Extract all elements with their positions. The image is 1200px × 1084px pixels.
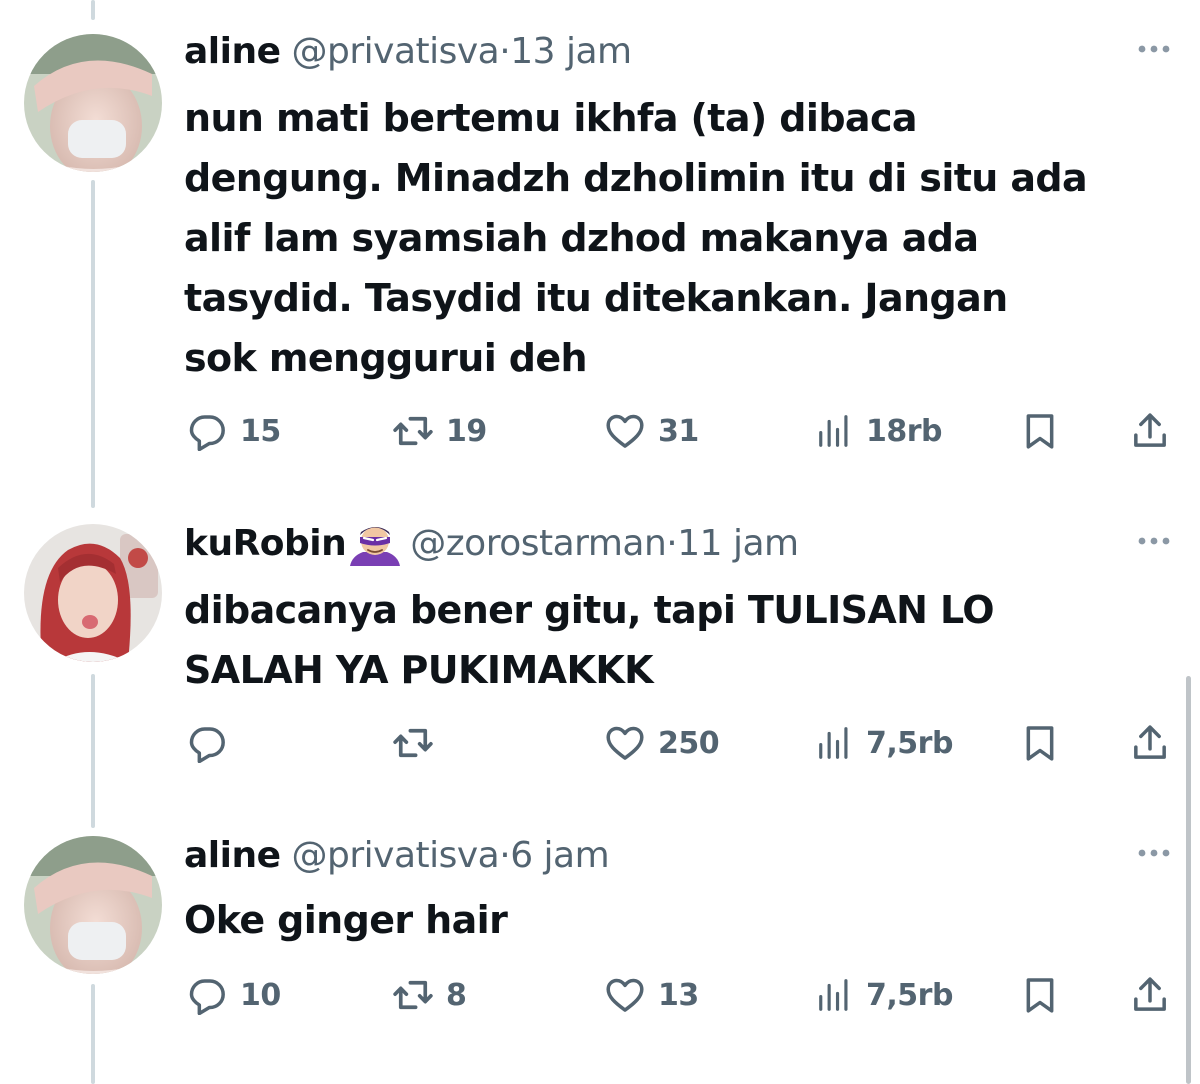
repost-count: 19: [446, 413, 487, 449]
tweet-actions: 250 7,5rb: [184, 718, 1184, 768]
like-count: 250: [658, 725, 720, 761]
tweet-1[interactable]: aline @privatisva·13 jam nun mati bertem…: [0, 30, 1200, 470]
avatar-image: [24, 34, 162, 172]
view-count: 7,5rb: [866, 977, 953, 1013]
like-button[interactable]: 250: [604, 718, 720, 768]
tweet-header: aline @privatisva·13 jam: [184, 30, 632, 74]
scrollbar[interactable]: [1186, 676, 1191, 1084]
reply-icon: [188, 723, 228, 763]
like-icon: [604, 722, 646, 764]
tweet-actions: 10 8 13 7,5rb: [184, 970, 1184, 1020]
repost-button[interactable]: [392, 718, 434, 768]
tweet-text: dibacanya bener gitu, tapi TULISAN LO SA…: [184, 588, 995, 692]
like-count: 13: [658, 977, 699, 1013]
avatar[interactable]: [24, 524, 162, 662]
repost-button[interactable]: 8: [392, 970, 467, 1020]
more-icon[interactable]: [1134, 838, 1174, 868]
avatar-image: [24, 524, 162, 662]
repost-icon: [392, 974, 434, 1016]
like-count: 31: [658, 413, 699, 449]
separator-dot: ·: [666, 523, 678, 564]
share-icon: [1130, 723, 1170, 763]
bookmark-button[interactable]: [1020, 718, 1060, 768]
separator-dot: ·: [499, 31, 511, 72]
views-button[interactable]: 7,5rb: [816, 970, 953, 1020]
share-icon: [1130, 411, 1170, 451]
like-button[interactable]: 31: [604, 406, 699, 456]
repost-button[interactable]: 19: [392, 406, 487, 456]
share-button[interactable]: [1130, 718, 1170, 768]
more-icon[interactable]: [1134, 34, 1174, 64]
reply-button[interactable]: 15: [188, 406, 281, 456]
bookmark-button[interactable]: [1020, 406, 1060, 456]
thread-line-top: [91, 0, 95, 20]
reply-icon: [188, 411, 228, 451]
tweet-header: aline @privatisva·6 jam: [184, 834, 610, 878]
like-icon: [604, 410, 646, 452]
reply-button[interactable]: [188, 718, 228, 768]
tweet-2[interactable]: kuRobin @zorostarman·11 jam dibacanya be…: [0, 522, 1200, 782]
display-name[interactable]: aline: [184, 31, 281, 72]
repost-count: 8: [446, 977, 467, 1013]
views-button[interactable]: 7,5rb: [816, 718, 953, 768]
user-handle[interactable]: @zorostarman: [410, 523, 667, 564]
views-icon: [816, 976, 854, 1014]
user-handle[interactable]: @privatisva: [291, 31, 499, 72]
repost-icon: [392, 410, 434, 452]
more-icon[interactable]: [1134, 526, 1174, 556]
ninja-emoji-icon: [350, 527, 401, 566]
views-icon: [816, 412, 854, 450]
share-button[interactable]: [1130, 406, 1170, 456]
bookmark-icon: [1020, 411, 1060, 451]
timestamp[interactable]: 11 jam: [677, 523, 799, 564]
tweet-actions: 15 19 31 18rb: [184, 406, 1184, 456]
views-icon: [816, 724, 854, 762]
bookmark-icon: [1020, 723, 1060, 763]
bookmark-button[interactable]: [1020, 970, 1060, 1020]
timestamp[interactable]: 6 jam: [510, 835, 609, 876]
avatar[interactable]: [24, 836, 162, 974]
views-button[interactable]: 18rb: [816, 406, 943, 456]
view-count: 7,5rb: [866, 725, 953, 761]
avatar-image: [24, 836, 162, 974]
display-name[interactable]: aline: [184, 835, 281, 876]
share-icon: [1130, 975, 1170, 1015]
reply-count: 15: [240, 413, 281, 449]
avatar[interactable]: [24, 34, 162, 172]
tweet-header: kuRobin @zorostarman·11 jam: [184, 522, 799, 566]
share-button[interactable]: [1130, 970, 1170, 1020]
separator-dot: ·: [499, 835, 511, 876]
bookmark-icon: [1020, 975, 1060, 1015]
reply-icon: [188, 975, 228, 1015]
tweet-3[interactable]: aline @privatisva·6 jam Oke ginger hair …: [0, 834, 1200, 1034]
like-icon: [604, 974, 646, 1016]
user-handle[interactable]: @privatisva: [291, 835, 499, 876]
view-count: 18rb: [866, 413, 943, 449]
display-name[interactable]: kuRobin: [184, 523, 347, 564]
like-button[interactable]: 13: [604, 970, 699, 1020]
timestamp[interactable]: 13 jam: [510, 31, 632, 72]
repost-icon: [392, 722, 434, 764]
reply-count: 10: [240, 977, 281, 1013]
tweet-text: Oke ginger hair: [184, 898, 508, 942]
tweet-text: nun mati bertemu ikhfa (ta) dibaca dengu…: [184, 96, 1088, 380]
reply-button[interactable]: 10: [188, 970, 281, 1020]
